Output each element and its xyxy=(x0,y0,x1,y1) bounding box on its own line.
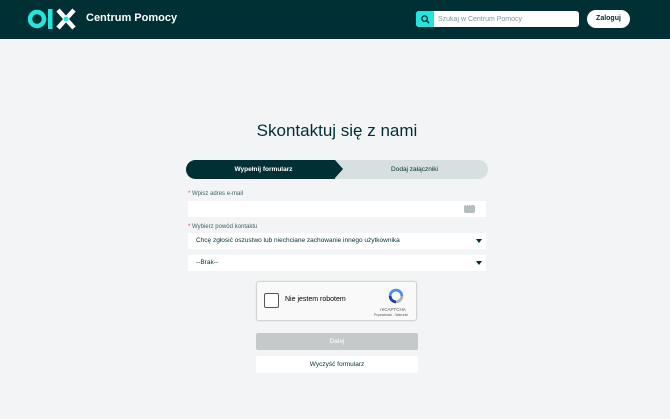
email-label-text: Wpisz adres e-mail xyxy=(192,191,244,197)
email-field[interactable] xyxy=(188,201,486,217)
chevron-down-icon xyxy=(476,239,482,243)
email-label: * Wpisz adres e-mail xyxy=(188,191,243,197)
next-button[interactable]: Dalej xyxy=(256,333,418,350)
brand-title[interactable]: Centrum Pomocy xyxy=(86,12,177,24)
search-button[interactable] xyxy=(416,11,434,27)
subreason-select[interactable]: --Brak-- xyxy=(188,255,486,271)
search-bar xyxy=(416,11,579,27)
required-marker: * xyxy=(188,224,191,230)
top-header: Centrum Pomocy Zaloguj xyxy=(0,0,670,39)
recaptcha-links[interactable]: Prywatność - Warunki xyxy=(365,313,417,317)
step-add-attachments[interactable]: Dodaj załączniki xyxy=(341,160,488,179)
recaptcha-checkbox[interactable] xyxy=(264,293,279,308)
required-marker: * xyxy=(188,191,191,197)
reason-label: * Wybierz powód kontaktu xyxy=(188,224,257,230)
olx-logo[interactable] xyxy=(28,7,78,31)
page-title: Skontaktuj się z nami xyxy=(256,121,418,140)
reason-select[interactable]: Chcę zgłosić oszustwo lub niechciane zac… xyxy=(188,233,486,249)
recaptcha-label: Nie jestem robotem xyxy=(285,296,346,303)
reason-selected-value: Chcę zgłosić oszustwo lub niechciane zac… xyxy=(196,237,400,244)
search-input[interactable] xyxy=(438,11,576,27)
recaptcha-brand: reCAPTCHA xyxy=(380,307,406,312)
subreason-selected-value: --Brak-- xyxy=(196,259,219,266)
clear-form-button[interactable]: Wyczyść formularz xyxy=(256,356,418,373)
form-steps: Wypełnij formularz Dodaj załączniki xyxy=(186,160,488,179)
chevron-down-icon xyxy=(476,261,482,265)
login-button[interactable]: Zaloguj xyxy=(587,10,630,28)
reason-label-text: Wybierz powód kontaktu xyxy=(192,224,258,230)
autofill-icon[interactable] xyxy=(464,201,475,213)
recaptcha-widget: Nie jestem robotem reCAPTCHA Prywatność … xyxy=(256,281,417,321)
recaptcha-logo-icon xyxy=(388,288,404,304)
search-icon xyxy=(420,14,430,24)
step-fill-form[interactable]: Wypełnij formularz xyxy=(186,160,341,179)
